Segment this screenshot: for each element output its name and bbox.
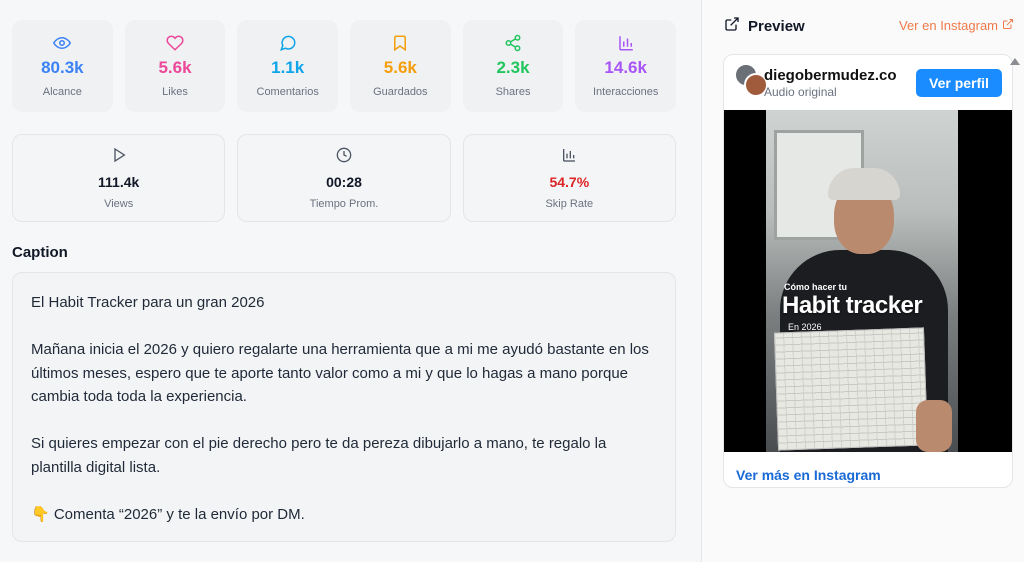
view-profile-button[interactable]: Ver perfil [916, 69, 1002, 97]
view-on-instagram-link[interactable]: Ver en Instagram [899, 18, 1014, 33]
stat-label: Skip Rate [545, 197, 594, 210]
stat-label: Shares [495, 86, 531, 98]
eye-icon [53, 34, 72, 52]
caption-paragraph: El Habit Tracker para un gran 2026 [31, 294, 265, 311]
stat-likes: 5.6k Likes [124, 20, 226, 112]
view-more-on-instagram-link[interactable]: Ver más en Instagram [736, 467, 881, 483]
stat-alcance: 80.3k Alcance [12, 20, 113, 112]
preview-panel: Preview Ver en Instagram diegobermudez.c… [701, 0, 1024, 562]
bar-chart-icon [617, 34, 635, 52]
heart-icon [166, 34, 184, 52]
caption-paragraph: 👇 Comenta “2026” y te la envío por DM. [31, 505, 305, 523]
caption-box: El Habit Tracker para un gran 2026 Mañan… [12, 272, 676, 542]
stat-label: Likes [162, 86, 188, 98]
secondary-stats-row: 111.4k Views 00:28 Tiempo Prom. 54.7% Sk… [12, 134, 676, 222]
stat-label: Tiempo Prom. [309, 197, 379, 210]
stat-interacciones: 14.6k Interacciones [575, 20, 677, 112]
stat-tiempo-prom: 00:28 Tiempo Prom. [237, 134, 451, 222]
stat-value: 80.3k [41, 58, 84, 77]
comment-icon [279, 34, 297, 52]
stats-panel: 80.3k Alcance 5.6k Likes 1.1k Comentario… [0, 0, 700, 562]
stat-label: Views [104, 197, 134, 210]
preview-header: Preview [724, 16, 805, 36]
stat-value: 111.4k [98, 173, 140, 190]
stat-value: 2.3k [496, 58, 530, 77]
primary-stats-row: 80.3k Alcance 5.6k Likes 1.1k Comentario… [12, 20, 677, 112]
external-link-icon [1002, 18, 1014, 33]
preview-title: Preview [748, 17, 805, 35]
stat-guardados: 5.6k Guardados [350, 20, 451, 112]
audio-label[interactable]: Audio original [764, 85, 837, 99]
stat-label: Comentarios [256, 86, 319, 98]
stat-shares: 2.3k Shares [462, 20, 564, 112]
bookmark-icon [391, 34, 409, 52]
stat-value: 00:28 [326, 173, 362, 190]
stat-label: Interacciones [592, 86, 659, 98]
play-icon [111, 147, 127, 168]
stat-value: 1.1k [271, 58, 305, 77]
clock-icon [336, 147, 352, 168]
stat-label: Alcance [42, 86, 82, 98]
habit-tracker-paper [773, 327, 929, 451]
person-hand [916, 400, 952, 452]
caption-paragraph: Si quieres empezar con el pie derecho pe… [31, 435, 607, 476]
share-icon [504, 34, 522, 52]
external-link-icon [724, 16, 740, 36]
username[interactable]: diegobermudez.co [764, 67, 897, 84]
stat-views: 111.4k Views [12, 134, 226, 222]
video-frame: Cómo hacer tu Habit tracker En 2026 [766, 110, 958, 452]
video-overlay-year: En 2026 [788, 322, 822, 332]
stat-skip-rate: 54.7% Skip Rate [462, 134, 676, 222]
stat-value: 5.6k [158, 58, 192, 77]
bar-chart-icon [561, 147, 577, 168]
caption-title: Caption [12, 244, 68, 261]
stat-label: Guardados [373, 86, 428, 98]
embed-header: diegobermudez.co Audio original Ver perf… [724, 55, 1012, 109]
stat-value: 5.6k [383, 58, 417, 77]
caption-paragraph: Mañana inicia el 2026 y quiero regalarte… [31, 341, 649, 405]
instagram-embed-card: diegobermudez.co Audio original Ver perf… [723, 54, 1013, 488]
video-overlay-title: Habit tracker [782, 292, 923, 319]
view-on-instagram-label: Ver en Instagram [899, 18, 998, 33]
video-thumbnail[interactable]: Cómo hacer tu Habit tracker En 2026 [724, 110, 1012, 452]
video-overlay-subtitle: Cómo hacer tu [784, 282, 848, 292]
person-cap [828, 168, 900, 200]
stat-comentarios: 1.1k Comentarios [237, 20, 339, 112]
stat-value: 54.7% [549, 173, 590, 190]
scroll-up-arrow-icon[interactable] [1010, 58, 1020, 65]
stat-value: 14.6k [604, 58, 647, 77]
